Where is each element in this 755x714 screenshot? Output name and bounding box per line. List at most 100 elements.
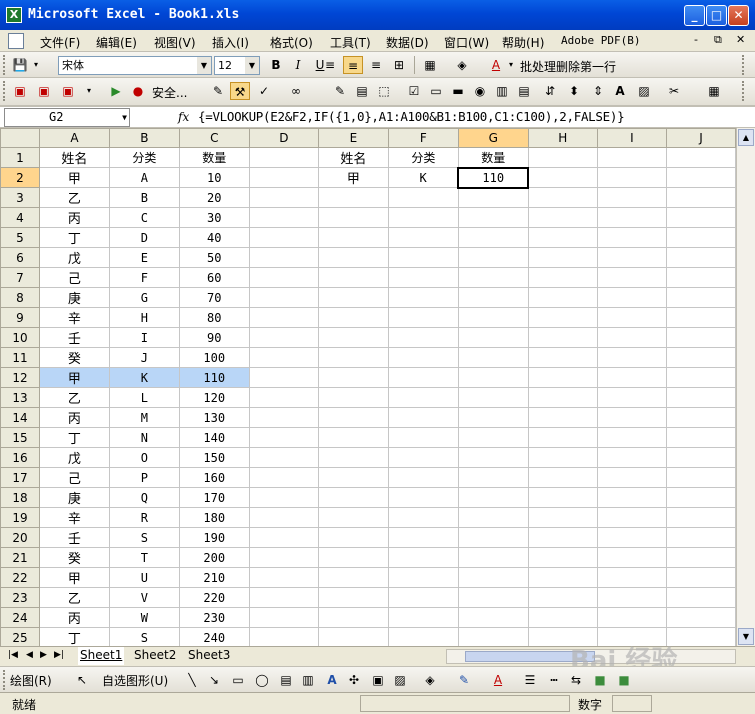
- cell-g16[interactable]: [457, 447, 529, 468]
- cell-f16[interactable]: [387, 447, 459, 468]
- row-header[interactable]: 22: [0, 567, 40, 588]
- cell-h5[interactable]: [527, 227, 598, 248]
- cell-h24[interactable]: [527, 607, 598, 628]
- row-header[interactable]: 23: [0, 587, 40, 608]
- cell-d11[interactable]: [248, 347, 319, 368]
- cell-e12[interactable]: [317, 367, 389, 388]
- row-header[interactable]: 11: [0, 347, 40, 368]
- design-mode-icon[interactable]: ⚒: [230, 82, 250, 100]
- cell-j20[interactable]: [665, 527, 736, 548]
- cell-a9[interactable]: 辛: [38, 307, 110, 328]
- line-style-icon[interactable]: ☰: [520, 671, 540, 689]
- cell-b16[interactable]: O: [108, 447, 180, 468]
- cell-h16[interactable]: [527, 447, 598, 468]
- cell-j3[interactable]: [665, 187, 736, 208]
- cell-g18[interactable]: [457, 487, 529, 508]
- chevron-down-icon[interactable]: ▼: [245, 57, 259, 74]
- cell-c23[interactable]: 220: [178, 587, 250, 608]
- formula-input[interactable]: {=VLOOKUP(E2&F2,IF({1,0},A1:A100&B1:B100…: [198, 109, 625, 124]
- cell-e4[interactable]: [317, 207, 389, 228]
- font-color-dropdown-icon[interactable]: ▾: [506, 56, 516, 74]
- cell-f15[interactable]: [387, 427, 459, 448]
- cell-e22[interactable]: [317, 567, 389, 588]
- fill-color-icon[interactable]: ◈: [420, 671, 440, 689]
- cell-e14[interactable]: [317, 407, 389, 428]
- wordart-icon[interactable]: A: [322, 671, 342, 689]
- cell-e21[interactable]: [317, 547, 389, 568]
- control-toolbox-icon[interactable]: ✓: [254, 82, 274, 100]
- cell-e11[interactable]: [317, 347, 389, 368]
- cell-e6[interactable]: [317, 247, 389, 268]
- menu-help[interactable]: 帮助(H): [502, 34, 544, 51]
- cell-d9[interactable]: [248, 307, 319, 328]
- cell-c16[interactable]: 150: [178, 447, 250, 468]
- cell-e25[interactable]: [317, 627, 389, 646]
- rectangle-icon[interactable]: ▭: [228, 671, 248, 689]
- cell-a13[interactable]: 乙: [38, 387, 110, 408]
- cell-h12[interactable]: [527, 367, 598, 388]
- cell-a15[interactable]: 丁: [38, 427, 110, 448]
- macro-button[interactable]: 批处理删除第一行: [520, 58, 616, 75]
- cell-b17[interactable]: P: [108, 467, 180, 488]
- cell-a18[interactable]: 庚: [38, 487, 110, 508]
- chevron-down-icon[interactable]: ▼: [122, 109, 127, 126]
- cell-j5[interactable]: [665, 227, 736, 248]
- cell-f8[interactable]: [387, 287, 459, 308]
- doc-minimize-button[interactable]: -: [694, 33, 698, 46]
- autoshapes-button[interactable]: 自选图形(U): [102, 672, 168, 689]
- cell-f19[interactable]: [387, 507, 459, 528]
- cell-h13[interactable]: [527, 387, 598, 408]
- cell-d7[interactable]: [248, 267, 319, 288]
- cell-g7[interactable]: [457, 267, 529, 288]
- next-sheet-icon[interactable]: ▶: [40, 650, 47, 660]
- row-header[interactable]: 5: [0, 227, 40, 248]
- cell-b11[interactable]: J: [108, 347, 180, 368]
- cell-d23[interactable]: [248, 587, 319, 608]
- cell-h10[interactable]: [527, 327, 598, 348]
- cell-j13[interactable]: [665, 387, 736, 408]
- cell-i22[interactable]: [596, 567, 667, 588]
- cell-g24[interactable]: [457, 607, 529, 628]
- properties-icon[interactable]: ▦: [704, 82, 724, 100]
- pdf-review-icon[interactable]: ▣: [58, 82, 78, 100]
- row-header[interactable]: 7: [0, 267, 40, 288]
- menu-insert[interactable]: 插入(I): [212, 34, 249, 51]
- italic-icon[interactable]: I: [288, 56, 308, 74]
- cell-i18[interactable]: [596, 487, 667, 508]
- cell-b19[interactable]: R: [108, 507, 180, 528]
- cell-b15[interactable]: N: [108, 427, 180, 448]
- cell-j9[interactable]: [665, 307, 736, 328]
- column-header-d[interactable]: D: [248, 128, 319, 148]
- cell-b23[interactable]: V: [108, 587, 180, 608]
- cell-d8[interactable]: [248, 287, 319, 308]
- menu-adobe-pdf[interactable]: Adobe PDF(B): [561, 34, 640, 47]
- row-header[interactable]: 25: [0, 627, 40, 646]
- tab-sheet2[interactable]: Sheet2: [132, 647, 178, 665]
- borders-icon[interactable]: ▦: [420, 56, 440, 74]
- cell-b5[interactable]: D: [108, 227, 180, 248]
- scrollbar-icon[interactable]: ⇵: [540, 82, 560, 100]
- column-header-i[interactable]: I: [596, 128, 667, 148]
- cell-e23[interactable]: [317, 587, 389, 608]
- text-control-icon[interactable]: A: [610, 82, 630, 100]
- font-color-icon[interactable]: A: [486, 56, 506, 74]
- tools-icon[interactable]: ✂: [664, 82, 684, 100]
- cell-b20[interactable]: S: [108, 527, 180, 548]
- cell-j4[interactable]: [665, 207, 736, 228]
- column-header-j[interactable]: J: [665, 128, 736, 148]
- cell-h14[interactable]: [527, 407, 598, 428]
- cell-f3[interactable]: [387, 187, 459, 208]
- cell-a2[interactable]: 甲: [38, 167, 110, 188]
- bold-icon[interactable]: B: [266, 56, 286, 74]
- cell-i16[interactable]: [596, 447, 667, 468]
- cell-j17[interactable]: [665, 467, 736, 488]
- cell-f4[interactable]: [387, 207, 459, 228]
- cell-a1[interactable]: 姓名: [38, 147, 110, 168]
- close-button[interactable]: ✕: [728, 5, 749, 26]
- listbox-icon[interactable]: ▥: [492, 82, 512, 100]
- cell-d20[interactable]: [248, 527, 319, 548]
- column-header-b[interactable]: B: [108, 128, 180, 148]
- cell-f23[interactable]: [387, 587, 459, 608]
- cell-i7[interactable]: [596, 267, 667, 288]
- 3d-style-icon[interactable]: ■: [614, 671, 634, 689]
